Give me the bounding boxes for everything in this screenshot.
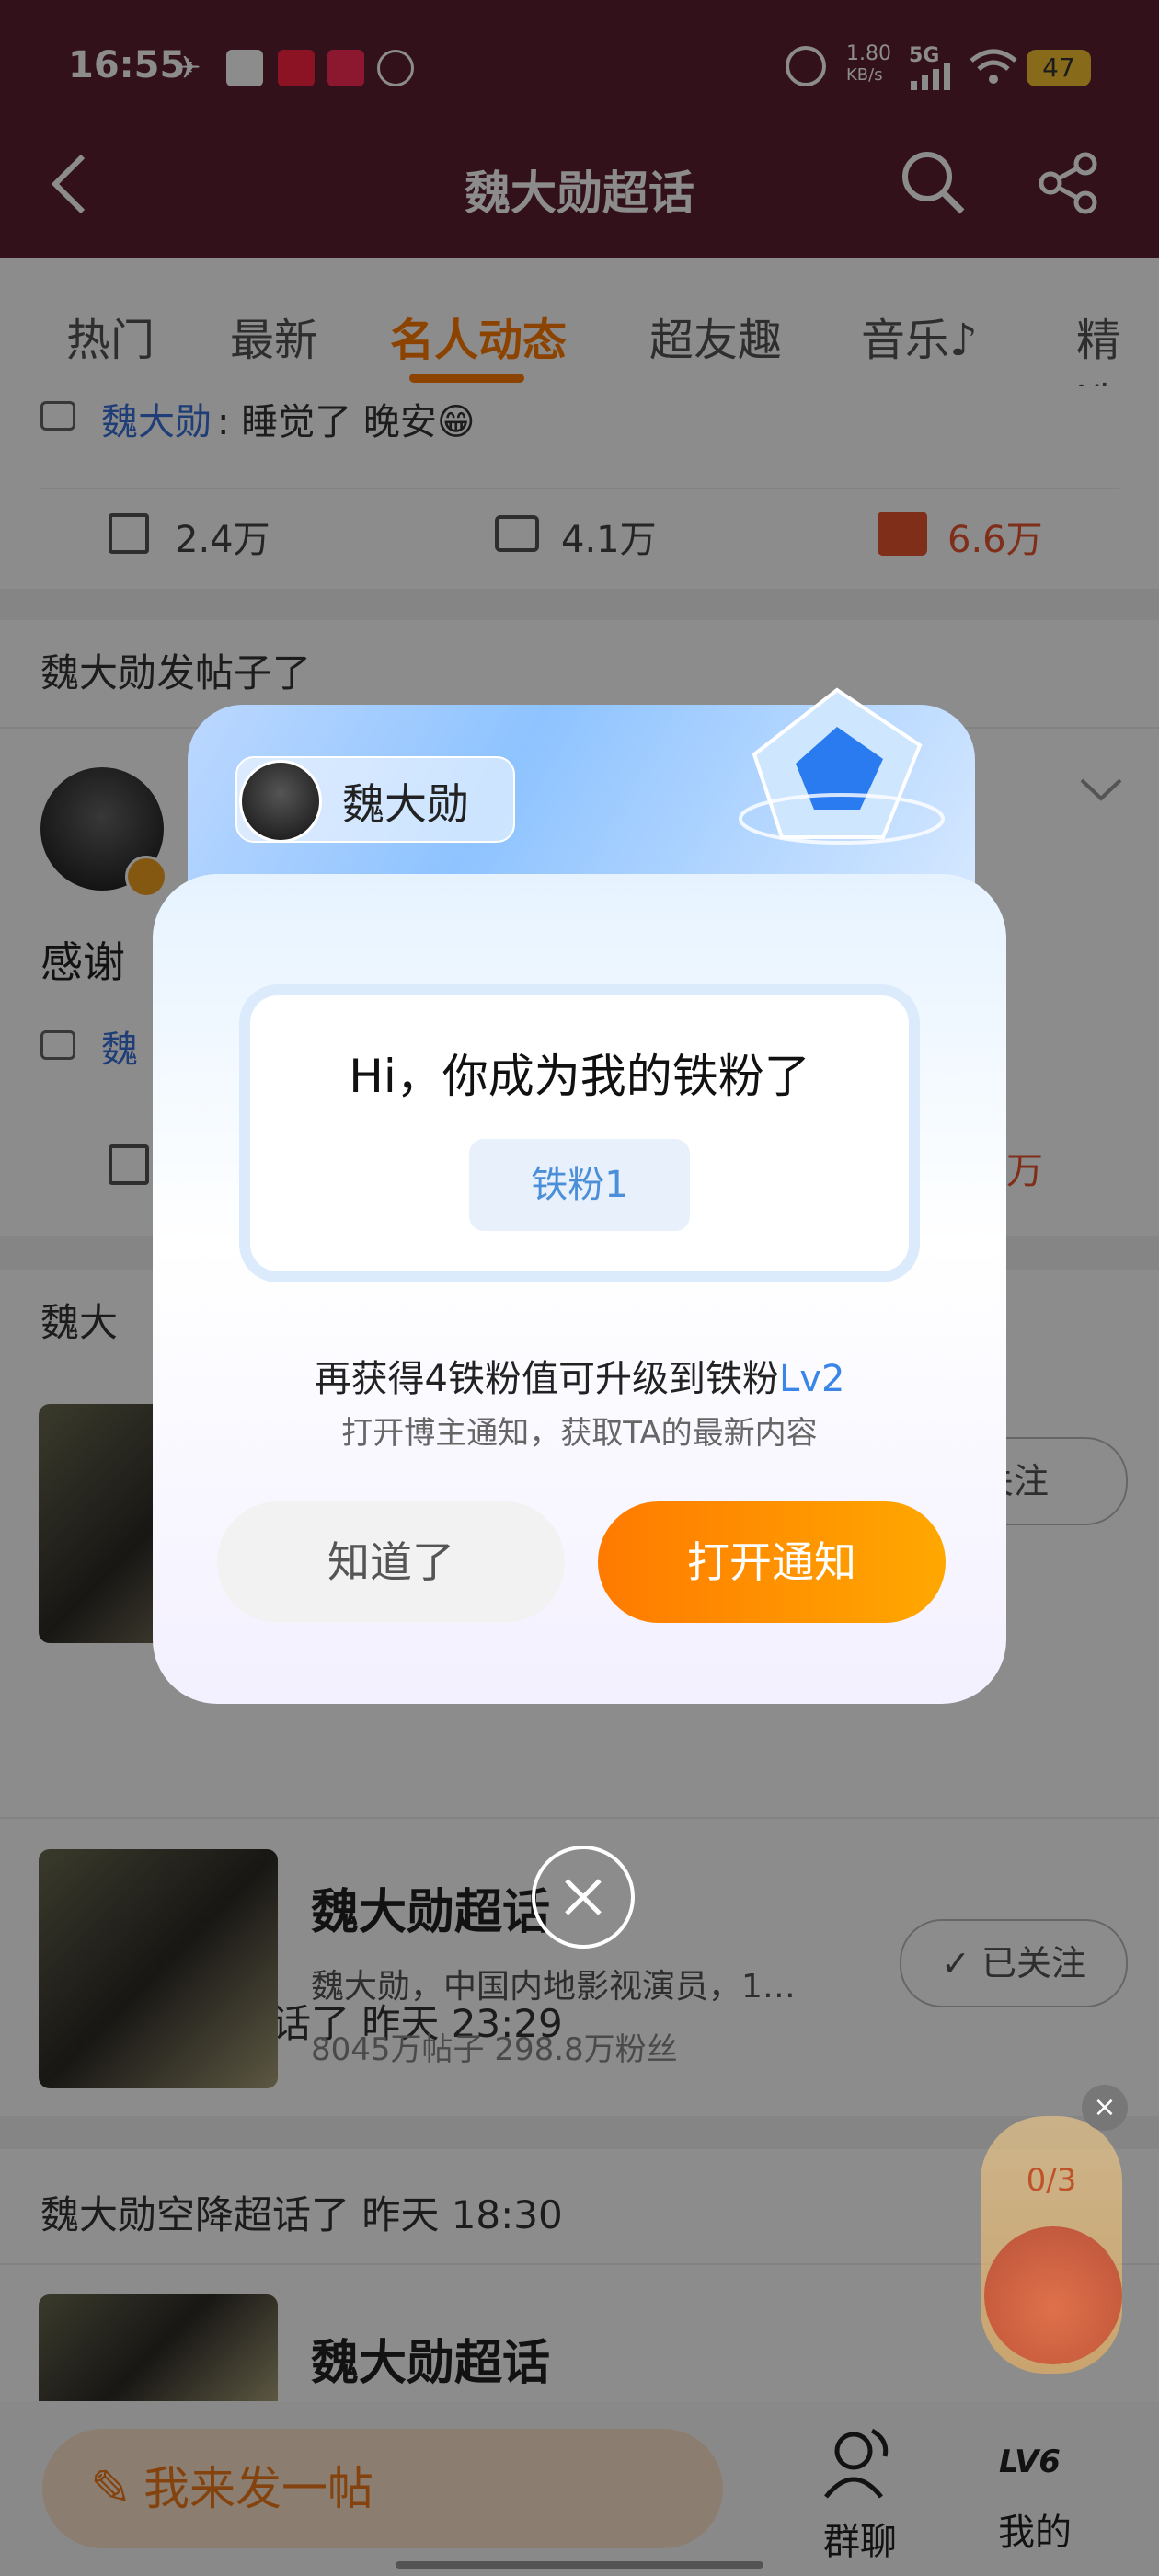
fan-greeting: Hi，你成为我的铁粉了 [349, 1050, 810, 1103]
dismiss-button[interactable]: 知道了 [217, 1501, 565, 1623]
modal-avatar [239, 760, 322, 843]
gift-close-icon[interactable]: × [1082, 2085, 1128, 2131]
upgrade-text: 再获得4铁粉值可升级到铁粉Lv2 [153, 1349, 1006, 1402]
fan-level-badge: 铁粉1 [469, 1139, 690, 1231]
notify-tip: 打开博主通知，获取TA的最新内容 [341, 1415, 818, 1452]
gift-count: 0/3 [1026, 2162, 1077, 2199]
modal-name: 魏大勋 [342, 779, 469, 829]
upgrade-level: Lv2 [779, 1358, 845, 1400]
close-icon [565, 1879, 602, 1915]
upgrade-text-main: 再获得4铁粉值可升级到铁粉 [314, 1358, 780, 1400]
crystal-icon [739, 687, 945, 845]
close-modal-button[interactable] [532, 1846, 635, 1949]
gift-bag-icon[interactable] [984, 2226, 1122, 2364]
open-notification-button[interactable]: 打开通知 [598, 1501, 946, 1623]
